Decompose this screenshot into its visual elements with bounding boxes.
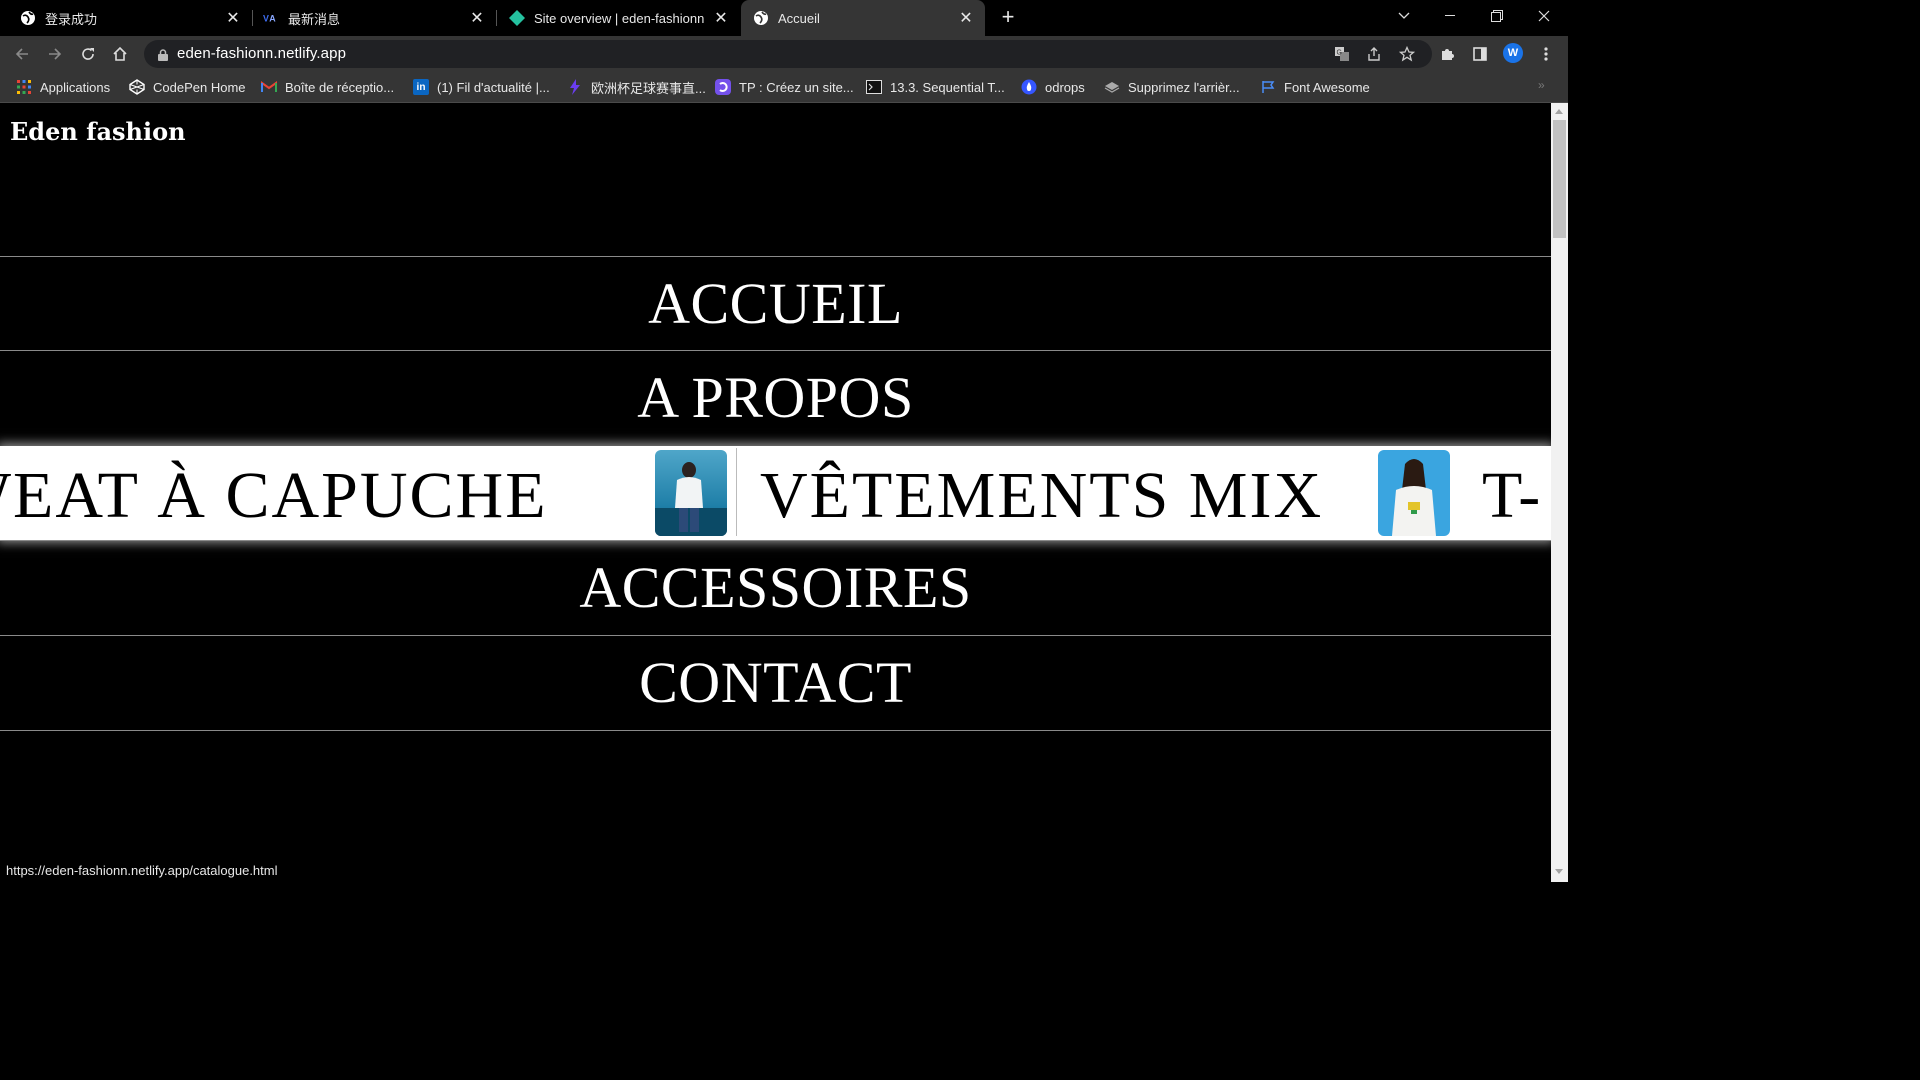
layers-icon — [1104, 79, 1120, 95]
bolt-icon — [567, 79, 583, 95]
tab-title: Site overview | eden-fashionn — [534, 10, 705, 26]
close-icon[interactable]: ✕ — [224, 8, 242, 28]
tab-title: Accueil — [778, 10, 820, 26]
svg-text:A: A — [269, 14, 276, 24]
menu-item-accessoires[interactable]: ACCESSOIRES — [0, 540, 1551, 635]
gmail-icon — [261, 79, 277, 95]
menu-label: ACCESSOIRES — [579, 555, 972, 620]
bookmark-linkedin[interactable]: in (1) Fil d'actualité |... — [413, 78, 550, 96]
openclassrooms-icon — [715, 79, 731, 95]
address-bar[interactable]: eden-fashionn.netlify.app G — [144, 40, 1432, 68]
bookmark-label: TP : Créez un site... — [739, 79, 854, 95]
bookmark-codepen[interactable]: CodePen Home — [129, 78, 246, 96]
tab-title: 登录成功 — [45, 11, 98, 27]
share-icon[interactable] — [1364, 45, 1384, 63]
star-bookmark-icon[interactable] — [1397, 45, 1417, 63]
profile-avatar[interactable]: W — [1503, 43, 1523, 63]
drop-icon — [1021, 79, 1037, 95]
bookmark-odrops[interactable]: odrops — [1021, 78, 1085, 96]
codepen-icon — [129, 79, 145, 95]
tab-search-chevron-icon[interactable] — [1381, 0, 1427, 32]
menu-label: ACCUEIL — [648, 271, 903, 336]
bookmark-label: Boîte de réceptio... — [285, 79, 395, 95]
url-text: eden-fashionn.netlify.app — [177, 45, 347, 62]
browser-toolbar: eden-fashionn.netlify.app G W — [0, 36, 1568, 72]
svg-text:V: V — [263, 14, 269, 24]
bookmark-label: odrops — [1045, 79, 1085, 95]
bookmark-applications[interactable]: Applications — [16, 78, 110, 96]
close-window-icon[interactable] — [1521, 0, 1567, 32]
bookmark-label: (1) Fil d'actualité |... — [437, 79, 550, 95]
translate-icon[interactable]: G — [1332, 45, 1352, 63]
scroll-down-arrow-icon[interactable] — [1555, 869, 1563, 874]
minimize-icon[interactable] — [1427, 0, 1473, 32]
bookmarks-bar: Applications CodePen Home Boîte de récep… — [0, 72, 1568, 103]
bookmark-label: Applications — [40, 79, 111, 95]
close-icon[interactable]: ✕ — [957, 8, 975, 28]
linkedin-icon: in — [413, 79, 429, 95]
flag-icon — [1260, 79, 1276, 95]
link-status-bar: https://eden-fashionn.netlify.app/catalo… — [0, 860, 284, 882]
home-icon[interactable] — [108, 42, 132, 66]
globe-icon — [753, 10, 769, 26]
globe-icon — [20, 10, 36, 26]
catalogue-marquee[interactable]: SWEAT À CAPUCHE VÊTEMENTS MIX T — [0, 446, 1551, 540]
bookmark-label: 欧洲杯足球赛事直... — [591, 80, 706, 96]
bookmark-font-awesome[interactable]: Font Awesome — [1260, 78, 1370, 96]
tab-1[interactable]: 登录成功 ✕ — [0, 0, 252, 36]
bookmark-label: 13.3. Sequential T... — [890, 79, 1005, 95]
bookmark-sequential[interactable]: 13.3. Sequential T... — [866, 78, 1005, 96]
page-scrollbar[interactable] — [1551, 103, 1568, 882]
marquee-text-vetements: VÊTEMENTS MIX — [760, 459, 1324, 532]
more-bookmarks-icon[interactable]: » — [1538, 78, 1545, 92]
restore-icon[interactable] — [1474, 0, 1520, 32]
bookmark-gmail[interactable]: Boîte de réceptio... — [261, 78, 394, 96]
reload-icon[interactable] — [76, 42, 100, 66]
menu-item-contact[interactable]: CONTACT — [0, 635, 1551, 731]
tab-3[interactable]: Site overview | eden-fashionn ✕ — [497, 0, 740, 36]
site-logo[interactable]: Eden fashion — [10, 117, 186, 146]
marquee-divider — [736, 448, 737, 536]
terminal-icon — [866, 79, 882, 95]
scroll-up-arrow-icon[interactable] — [1555, 109, 1563, 114]
close-icon[interactable]: ✕ — [712, 8, 730, 28]
back-arrow-icon[interactable] — [10, 42, 34, 66]
menu-label: A PROPOS — [637, 365, 914, 430]
tab-2[interactable]: VA 最新消息 ✕ — [253, 0, 496, 36]
page-content: Eden fashion ACCUEIL A PROPOS SWEAT À CA… — [0, 103, 1551, 882]
close-icon[interactable]: ✕ — [468, 8, 486, 28]
tab-strip: 登录成功 ✕ VA 最新消息 ✕ Site overview | eden-fa… — [0, 0, 1568, 36]
tab-4[interactable]: Accueil ✕ — [741, 0, 985, 36]
apps-grid-icon — [16, 79, 32, 95]
puzzle-extensions-icon[interactable] — [1435, 42, 1459, 66]
bookmark-euro-cup[interactable]: 欧洲杯足球赛事直... — [567, 78, 706, 96]
product-thumbnail-hoodie-beach — [655, 450, 727, 536]
marquee-text-sweat: SWEAT À CAPUCHE — [0, 459, 548, 532]
bookmark-remove-bg[interactable]: Supprimez l'arrièr... — [1104, 78, 1240, 96]
bookmark-label: Font Awesome — [1284, 79, 1370, 95]
wa-icon: VA — [263, 10, 279, 26]
kebab-menu-icon[interactable] — [1534, 42, 1558, 66]
bookmark-label: Supprimez l'arrièr... — [1128, 79, 1240, 95]
new-tab-button[interactable]: + — [996, 6, 1020, 30]
forward-arrow-icon[interactable] — [43, 42, 67, 66]
bookmark-openclassrooms[interactable]: TP : Créez un site... — [715, 78, 854, 96]
svg-text:G: G — [1337, 50, 1342, 57]
product-thumbnail-hoodie-model — [1378, 450, 1450, 536]
menu-item-a-propos[interactable]: A PROPOS — [0, 350, 1551, 445]
menu-item-accueil[interactable]: ACCUEIL — [0, 256, 1551, 351]
tab-title: 最新消息 — [288, 11, 341, 27]
scrollbar-thumb[interactable] — [1553, 120, 1566, 238]
bookmark-label: CodePen Home — [153, 79, 246, 95]
lock-icon[interactable] — [158, 48, 168, 66]
netlify-icon — [509, 10, 525, 26]
side-panel-icon[interactable] — [1468, 42, 1492, 66]
menu-label: CONTACT — [639, 650, 912, 715]
marquee-text-tshirt: T- — [1482, 459, 1543, 532]
